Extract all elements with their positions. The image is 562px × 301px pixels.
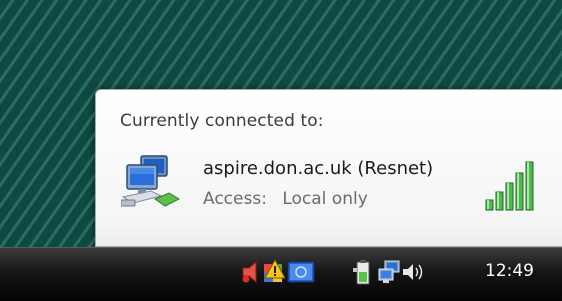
- signal-strength-icon: [485, 161, 534, 211]
- taskbar: 12:49: [0, 247, 562, 301]
- access-status: Access: Local only: [203, 189, 368, 209]
- access-value: Local only: [282, 189, 368, 209]
- access-label: Access:: [203, 189, 267, 209]
- system-tray: 12:49: [236, 258, 556, 286]
- app-tray-icon[interactable]: [286, 258, 316, 286]
- network-computers-icon[interactable]: [376, 258, 402, 286]
- popup-title: Currently connected to:: [120, 111, 324, 131]
- battery-power-icon[interactable]: [351, 258, 377, 286]
- speaker-volume-icon[interactable]: [400, 258, 426, 286]
- network-computer-icon: [121, 155, 181, 207]
- network-status-popup[interactable]: Currently connected to: aspire.don.ac.uk…: [95, 89, 562, 247]
- network-name: aspire.don.ac.uk (Resnet): [203, 158, 434, 179]
- taskbar-clock[interactable]: 12:49: [485, 261, 534, 281]
- security-shield-alert-icon[interactable]: [261, 258, 287, 286]
